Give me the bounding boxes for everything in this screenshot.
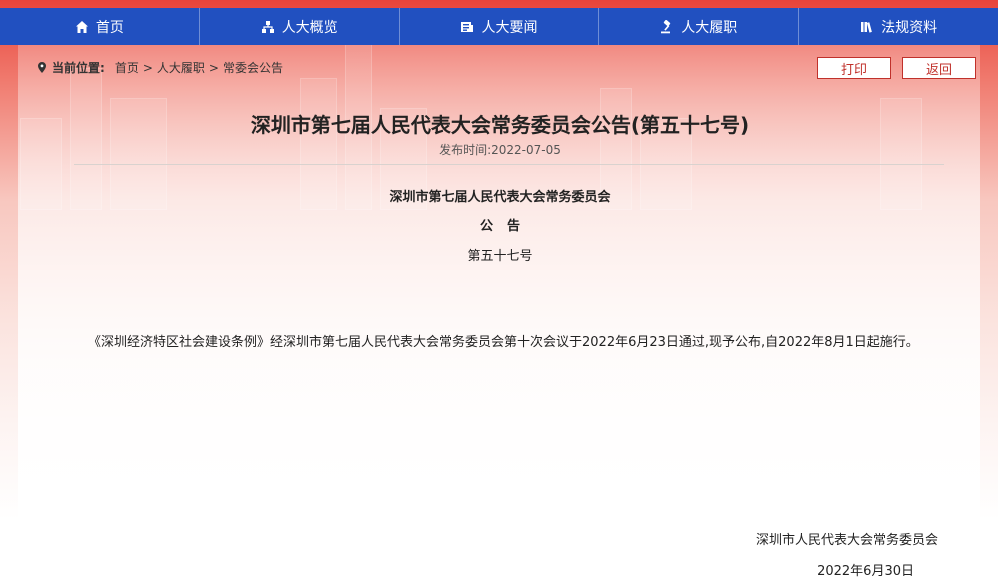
books-icon [860,20,874,34]
nav-item-home[interactable]: 首页 [0,8,200,45]
sign-date: 2022年6月30日 [817,564,914,579]
nav-item-label: 首页 [95,19,124,36]
article-body: 《深圳经济特区社会建设条例》经深圳市第七届人民代表大会常务委员会第十次会议于20… [88,335,919,350]
location-pin-icon [38,62,46,73]
home-icon [75,20,89,34]
nav-item-regulations[interactable]: 法规资料 [799,8,998,45]
article-title: 深圳市第七届人民代表大会常务委员会公告(第五十七号) [250,113,750,137]
print-button[interactable]: 打印 [817,57,891,79]
main-nav: 首页 人大概览 人大要闻 人大履职 法规资料 [0,8,998,45]
announcement-heading: 公告 [479,219,534,234]
breadcrumb-link-announcements[interactable]: 常委会公告 [223,59,283,76]
org-chart-icon [261,20,275,34]
nav-item-duties[interactable]: 人大履职 [599,8,800,45]
signer: 深圳市人民代表大会常务委员会 [755,533,938,548]
gavel-icon [660,19,674,34]
title-divider [74,164,944,165]
nav-item-overview[interactable]: 人大概览 [200,8,400,45]
publish-date: 发布时间:2022-07-05 [439,143,561,157]
back-button[interactable]: 返回 [902,57,976,79]
nav-item-label: 人大履职 [681,19,738,36]
breadcrumb-link-home[interactable]: 首页 [115,59,139,76]
content-panel: 当前位置: 首页 > 人大履职 > 常委会公告 打印 返回 深圳市第七届人民代表… [18,45,980,581]
breadcrumb-separator: > [142,60,153,75]
news-icon [460,20,474,34]
announcement-number: 第五十七号 [467,249,533,264]
breadcrumb: 当前位置: 首页 > 人大履职 > 常委会公告 [38,59,283,76]
issuing-organization: 深圳市第七届人民代表大会常务委员会 [389,190,611,205]
nav-item-label: 法规资料 [881,19,938,36]
nav-item-label: 人大要闻 [481,19,538,36]
breadcrumb-link-duties[interactable]: 人大履职 [157,59,205,76]
breadcrumb-separator: > [208,60,219,75]
nav-item-label: 人大概览 [281,19,338,36]
nav-item-news[interactable]: 人大要闻 [400,8,600,45]
breadcrumb-label: 当前位置: [52,61,105,75]
